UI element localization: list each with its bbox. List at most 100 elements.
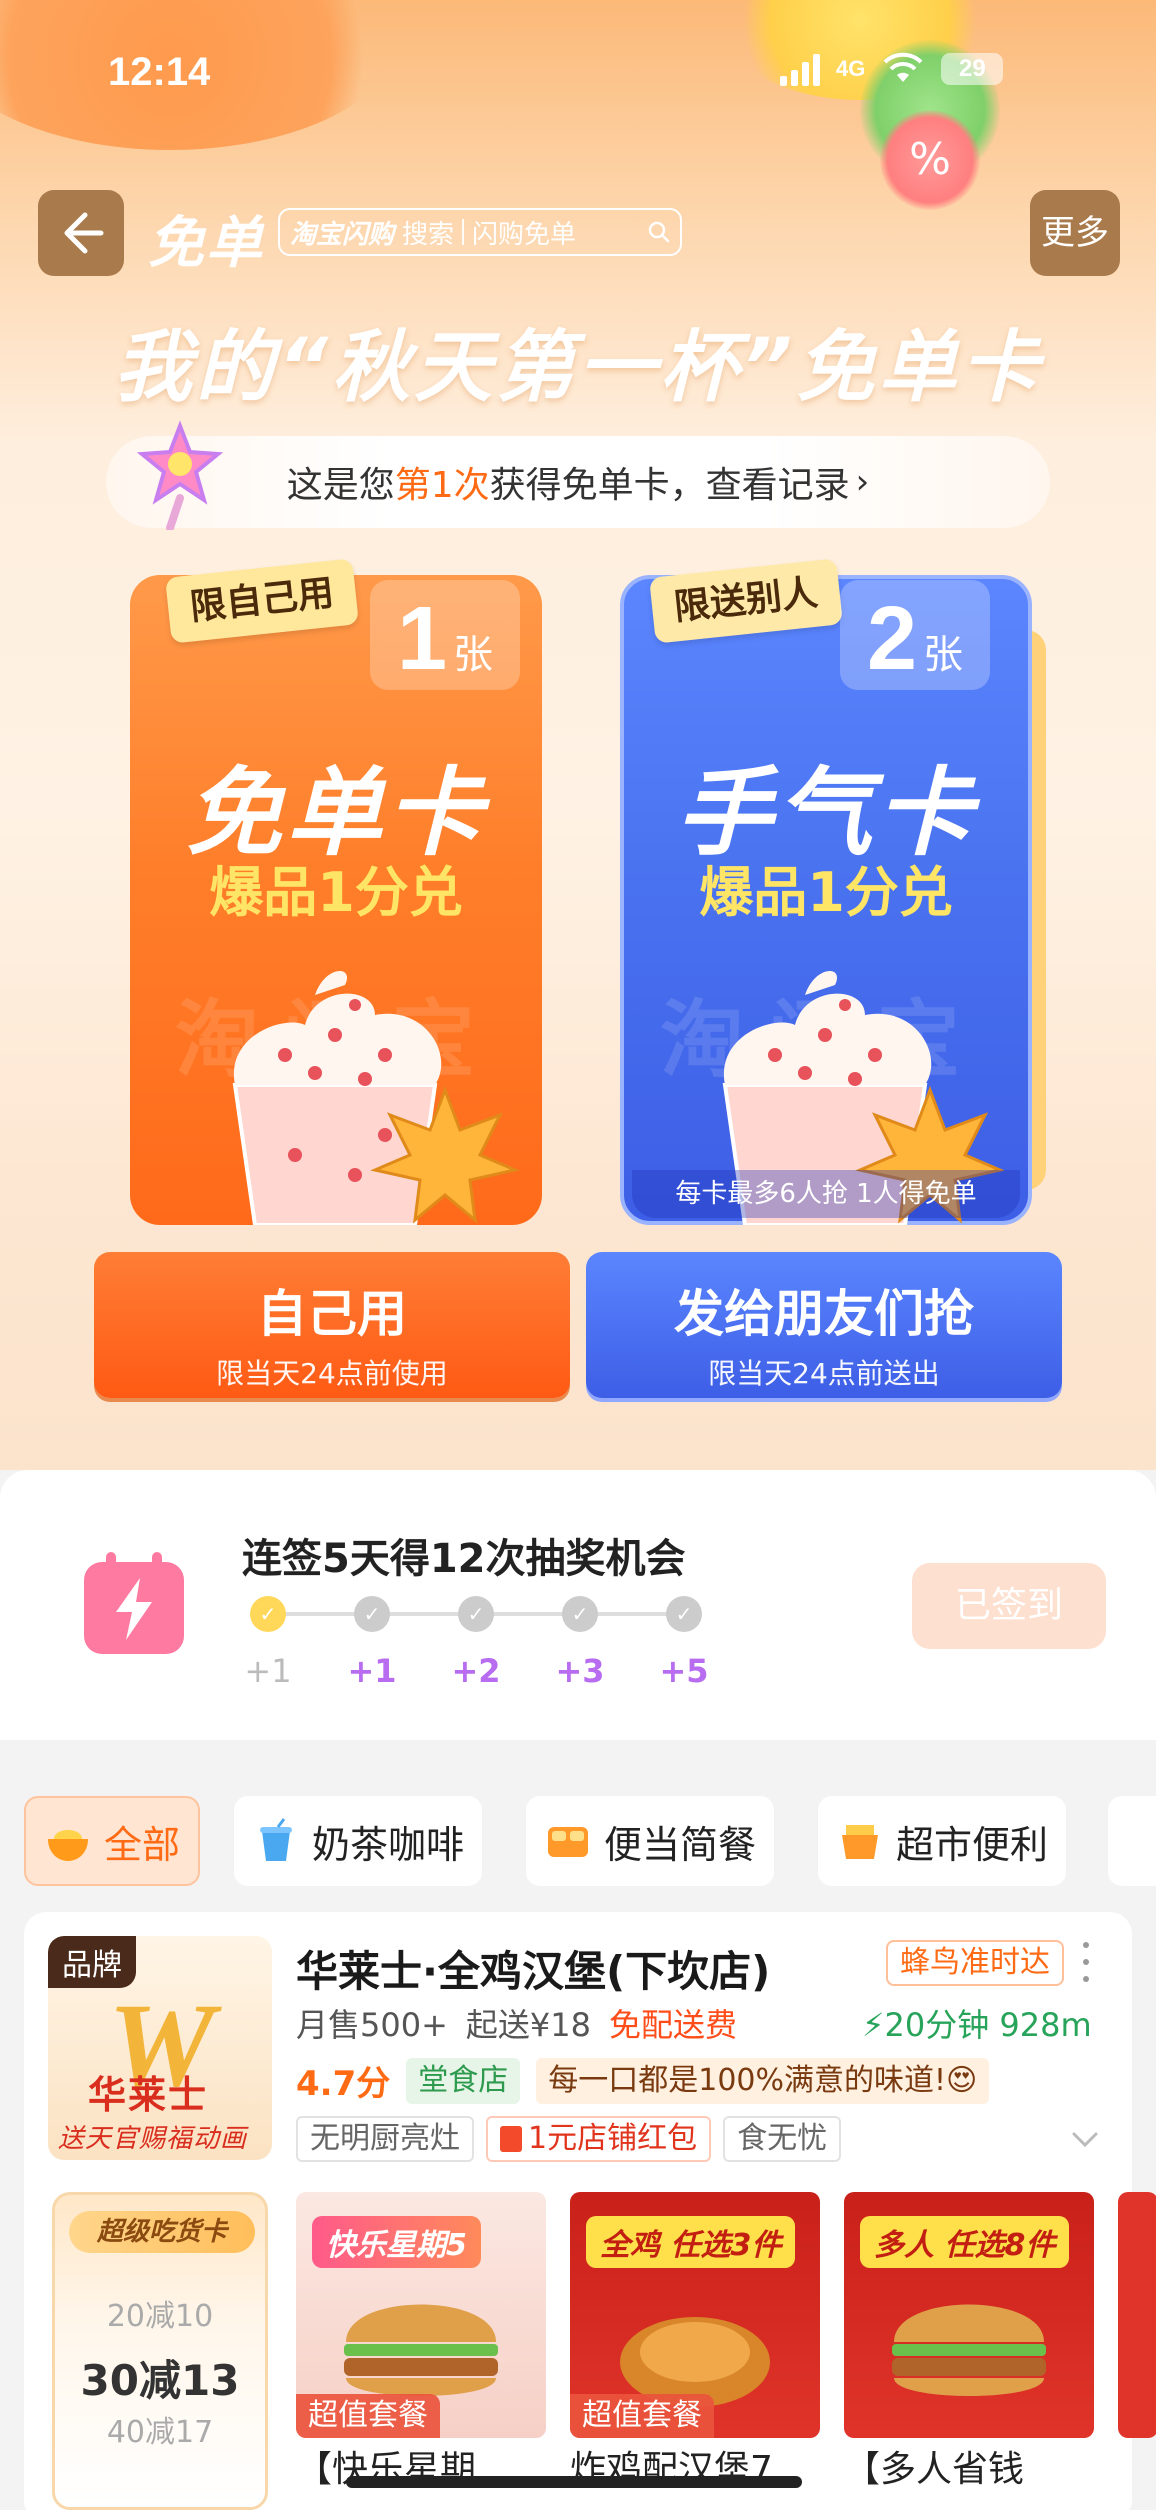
send-friends-button[interactable]: 发给朋友们抢 限当天24点前送出 — [586, 1252, 1062, 1398]
battery-icon: 29 — [941, 53, 1004, 85]
card-subtitle: 爆品1分兑 — [699, 861, 953, 924]
store-tag: 无明厨亮灶 — [296, 2116, 474, 2162]
card-count-number: 2 — [866, 589, 918, 689]
card-count-unit: 张 — [923, 632, 964, 678]
record-highlight: 第1次 — [394, 465, 490, 506]
bento-icon — [548, 1827, 588, 1857]
search-brand: 淘宝闪购 — [290, 219, 395, 250]
status-time: 12:14 — [108, 50, 211, 94]
store-quote: 每一口都是100%满意的味道!😍 — [536, 2057, 990, 2104]
magic-wand-icon — [136, 420, 224, 530]
monthly-sales: 月售500+ — [296, 2006, 448, 2044]
category-tabs: 全部 奶茶咖啡 便当简餐 超市便利 — [0, 1796, 1156, 1886]
button-sublabel: 限当天24点前使用 — [216, 1357, 448, 1390]
product-badge: 超值套餐 — [570, 2394, 714, 2438]
calendar-bolt-icon — [84, 1552, 184, 1654]
search-icon — [648, 221, 670, 243]
signal-icon — [780, 52, 820, 86]
search-label: 搜索 — [402, 219, 455, 250]
store-name[interactable]: 华莱士·全鸡汉堡(下坎店) — [296, 1938, 770, 1999]
bowl-icon — [48, 1830, 88, 1861]
divider — [462, 219, 465, 245]
card-note: 每卡最多6人抢 1人得免单 — [632, 1170, 1020, 1218]
store-tag: 食无忧 — [723, 2116, 842, 2162]
use-self-button[interactable]: 自己用 限当天24点前使用 — [94, 1252, 570, 1398]
checkin-step-label: +3 — [555, 1652, 605, 1690]
lightning-icon: ⚡ — [862, 2006, 885, 2044]
checkin-step-label: +1 — [347, 1652, 397, 1690]
product-banner: 全鸡 任选3件 — [586, 2216, 796, 2268]
product-card[interactable]: 全鸡 任选3件 超值套餐 — [570, 2192, 820, 2438]
checkin-step-label: +2 — [451, 1652, 501, 1690]
signed-button[interactable]: 已签到 — [912, 1563, 1106, 1649]
chevron-down-icon[interactable] — [1070, 2124, 1100, 2154]
card-count: 2 张 — [840, 580, 990, 690]
coupon-tier: 40减17 — [106, 2415, 214, 2450]
more-button[interactable]: 更多 — [1030, 190, 1120, 276]
button-label: 自己用 — [257, 1285, 407, 1343]
drink-cup-icon — [260, 1818, 292, 1861]
product-banner: 多人 任选8件 — [860, 2216, 1070, 2268]
home-indicator[interactable] — [346, 2476, 802, 2488]
product-card[interactable]: 快乐星期5 超值套餐 — [296, 2192, 546, 2438]
checkin-step-dot: ✓ — [666, 1596, 702, 1632]
card-count-unit: 张 — [453, 632, 494, 678]
super-foodie-coupon[interactable]: 超级吃货卡 20减10 30减13 40减17 — [52, 2192, 268, 2510]
logo-name: 华莱士 — [88, 2073, 209, 2117]
record-prefix: 这是您 — [286, 465, 395, 506]
tab-bento[interactable]: 便当简餐 — [526, 1796, 775, 1886]
tab-label: 全部 — [104, 1822, 181, 1867]
store-rating-row: 4.7分 堂食店 每一口都是100%满意的味道!😍 — [296, 2056, 990, 2105]
page-title: 免单 — [148, 211, 264, 276]
product-card-partial[interactable] — [1118, 2192, 1156, 2438]
dine-tag: 堂食店 — [406, 2057, 521, 2104]
store-rating: 4.7分 — [296, 2064, 391, 2104]
search-bar[interactable]: 淘宝闪购 搜索 闪购免单 — [278, 208, 682, 256]
tab-all[interactable]: 全部 — [24, 1796, 201, 1886]
logo-slogan: 送天官赐福动画周边 — [58, 2124, 248, 2154]
chevron-right-icon: › — [855, 462, 870, 502]
coupon-tier-selected: 30减13 — [80, 2356, 240, 2405]
card-subtitle: 爆品1分兑 — [209, 861, 463, 924]
tab-market[interactable]: 超市便利 — [818, 1796, 1067, 1886]
tab-label: 奶茶咖啡 — [312, 1822, 465, 1867]
checkin-title: 连签5天得12次抽奖机会 — [242, 1536, 686, 1582]
tab-label: 超市便利 — [896, 1822, 1049, 1867]
min-order: 起送¥18 — [465, 2006, 591, 2044]
burger-icon — [344, 2304, 498, 2396]
record-suffix: 获得免单卡，查看记录 — [489, 465, 850, 506]
store-meta: 月售500+ 起送¥18 免配送费 — [296, 2000, 737, 2046]
delivery-fee: 免配送费 — [609, 2006, 738, 2044]
coupon-tier: 20减10 — [106, 2299, 214, 2334]
tab-drinks[interactable]: 奶茶咖啡 — [234, 1796, 483, 1886]
checkin-step-dot: ✓ — [458, 1596, 494, 1632]
red-envelope-icon — [500, 2126, 522, 2152]
product-badge: 超值套餐 — [296, 2394, 440, 2438]
status-icons: 4G 29 — [780, 52, 1004, 86]
fried-chicken-icon — [620, 2317, 770, 2407]
store-basket-icon — [842, 1825, 878, 1859]
more-options-icon[interactable] — [1080, 1942, 1092, 1982]
checkin-step-label: +5 — [659, 1652, 709, 1690]
checkin-step-label: +1 — [244, 1652, 292, 1690]
coupon-header: 超级吃货卡 — [69, 2211, 255, 2253]
tab-next-partial[interactable] — [1108, 1796, 1156, 1886]
eta-text: 20分钟 928m — [884, 2006, 1092, 2044]
product-card[interactable]: 多人 任选8件 — [844, 2192, 1094, 2438]
store-tags: 无明厨亮灶 1元店铺红包 食无忧 — [296, 2116, 842, 2162]
network-type: 4G — [836, 56, 866, 81]
product-name: 【多人省钱 — [844, 2449, 1025, 2490]
button-sublabel: 限当天24点前送出 — [708, 1357, 940, 1390]
percent-flower-icon: % — [880, 110, 980, 210]
checkin-step-dot: ✓ — [250, 1596, 286, 1632]
store-logo[interactable]: 品牌 W 华莱士 送天官赐福动画周边 — [48, 1936, 272, 2160]
page-headline: 我的“秋天第一杯”免单卡 — [113, 323, 1043, 413]
wifi-icon — [883, 52, 923, 82]
product-banner: 快乐星期5 — [312, 2216, 481, 2268]
delivery-eta: ⚡20分钟 928m — [862, 2000, 1092, 2046]
store-coupon-tag[interactable]: 1元店铺红包 — [486, 2116, 712, 2162]
rider-tag: 蜂鸟准时达 — [886, 1940, 1064, 1986]
back-button[interactable] — [38, 190, 124, 276]
maple-leaf-icon — [370, 1085, 520, 1224]
view-record-link[interactable]: 这是您 第1次 获得免单卡，查看记录 › — [106, 436, 1050, 528]
